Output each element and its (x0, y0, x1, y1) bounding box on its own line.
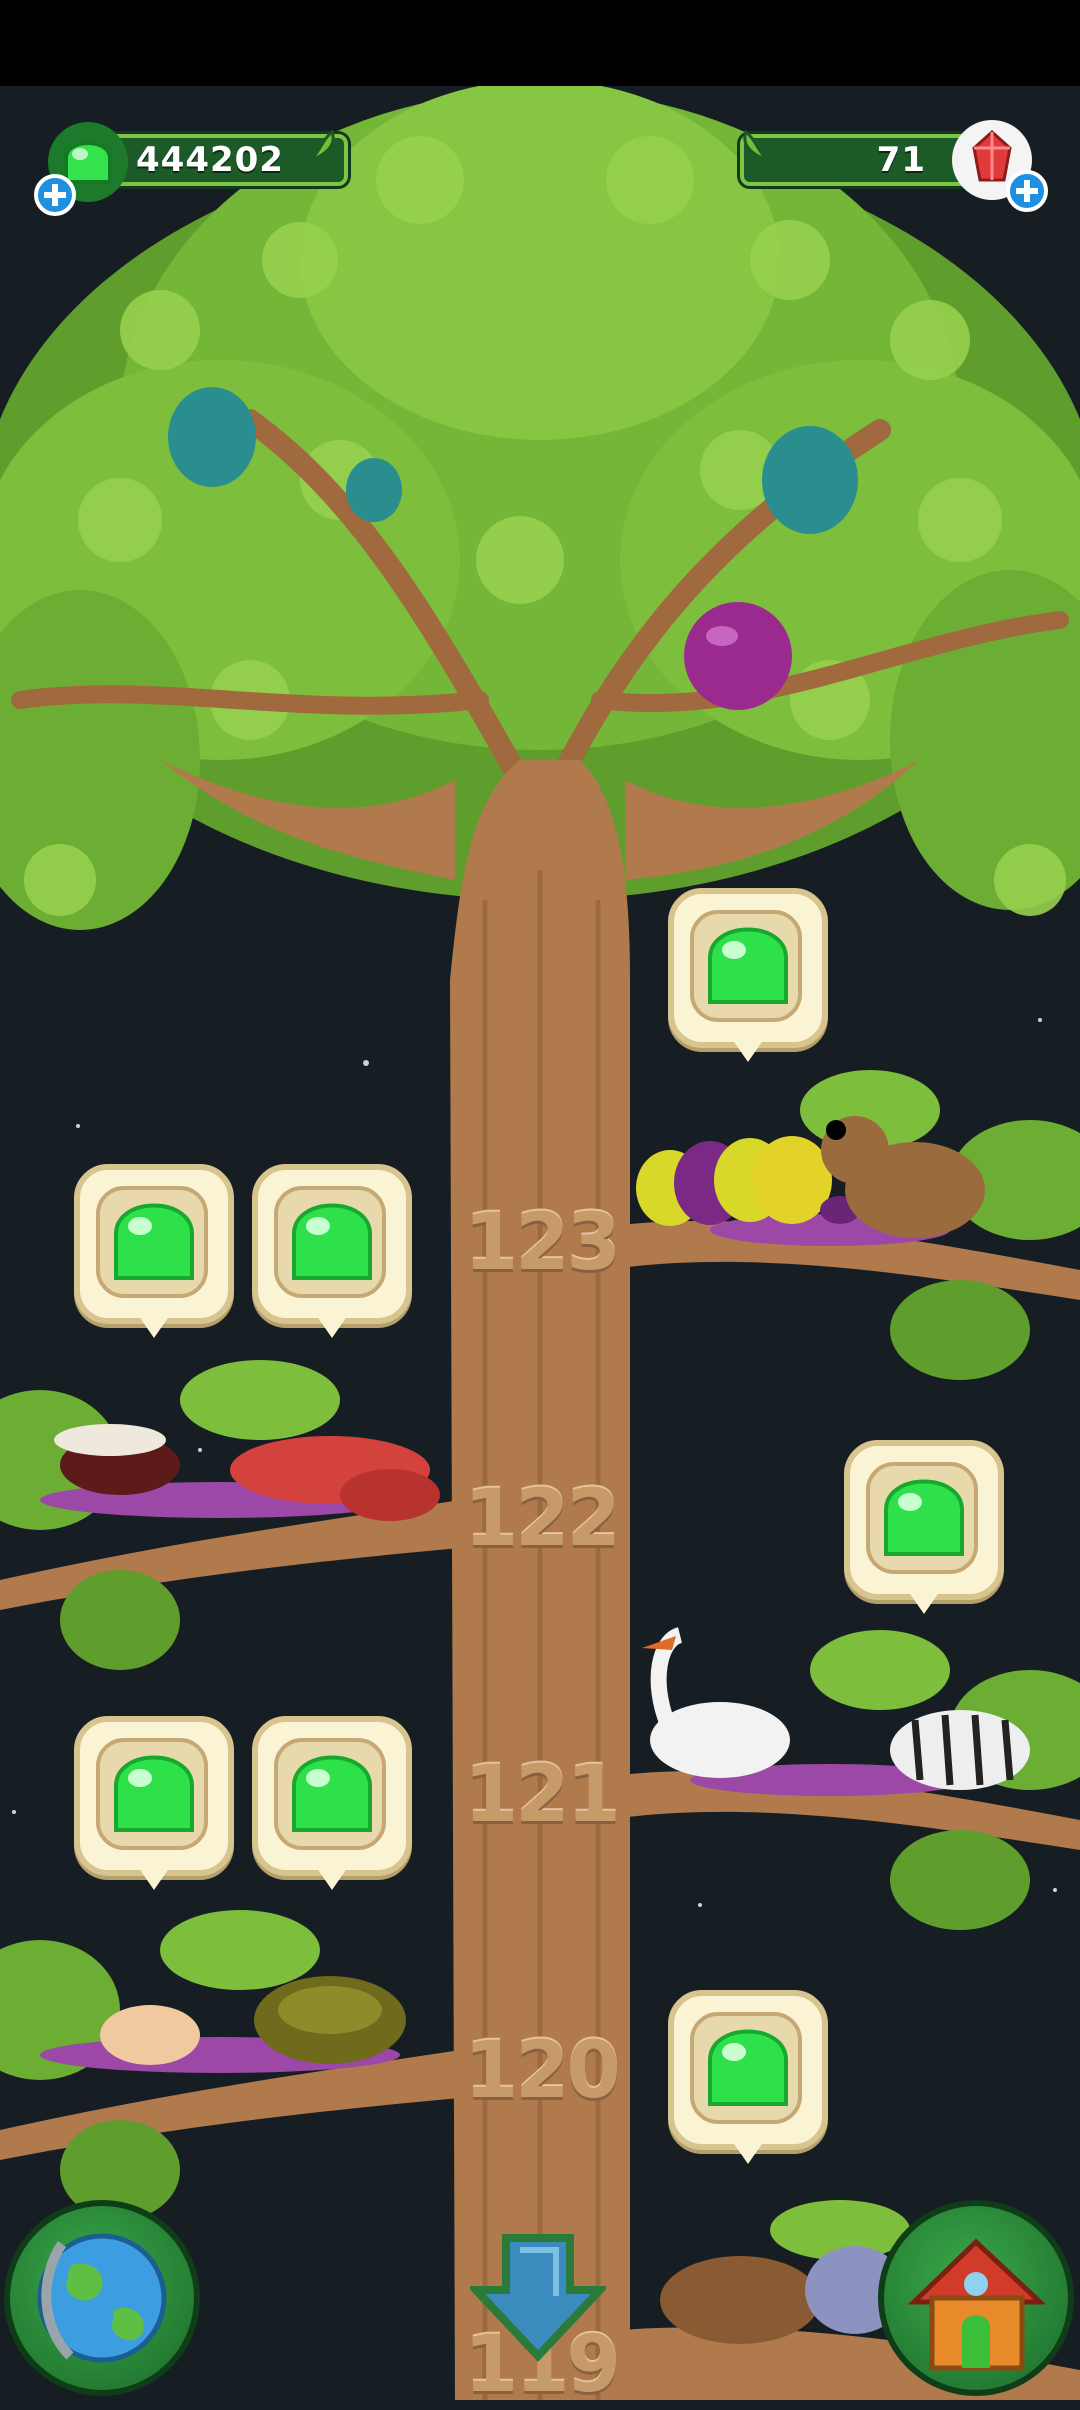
add-gems-button[interactable] (1006, 170, 1048, 212)
add-slime-button[interactable] (34, 174, 76, 216)
branch-121 (620, 1627, 1080, 1930)
slime-drop-icon (708, 2029, 788, 2106)
home-button[interactable] (878, 2200, 1074, 2396)
globe-icon (37, 2233, 167, 2363)
slime-bubble-121-1[interactable] (844, 1440, 1004, 1616)
slime-bubble-123-1[interactable] (668, 888, 828, 1064)
level-number-121: 121 (464, 1750, 621, 1840)
level-number-123: 123 (464, 1198, 621, 1288)
slime-drop-icon (708, 927, 788, 1004)
slime-drop-icon (292, 1203, 372, 1280)
house-icon (907, 2238, 1047, 2371)
sprout-icon (309, 129, 335, 162)
world-map-button[interactable] (4, 2200, 200, 2396)
slime-drop-icon (114, 1755, 194, 1832)
slime-drop-icon (884, 1479, 964, 1556)
slime-drop-icon (114, 1203, 194, 1280)
gem-count: 71 (876, 140, 926, 180)
branch-120 (0, 1910, 460, 2220)
sprout-icon (743, 129, 769, 162)
slime-bubble-119-1[interactable] (668, 1990, 828, 2166)
level-number-122: 122 (464, 1474, 621, 1564)
slime-bubble-122-1[interactable] (74, 1164, 234, 1340)
branch-123 (620, 1070, 1080, 1380)
slime-bubble-120-2[interactable] (252, 1716, 412, 1892)
level-number-120: 120 (464, 2026, 621, 2116)
scroll-down-button[interactable] (470, 2232, 606, 2362)
branch-122 (0, 1360, 460, 1670)
slime-count: 444202 (136, 140, 284, 180)
status-bar (0, 0, 1080, 86)
slime-bubble-120-1[interactable] (74, 1716, 234, 1892)
slime-drop-icon (292, 1755, 372, 1832)
slime-bubble-122-2[interactable] (252, 1164, 412, 1340)
